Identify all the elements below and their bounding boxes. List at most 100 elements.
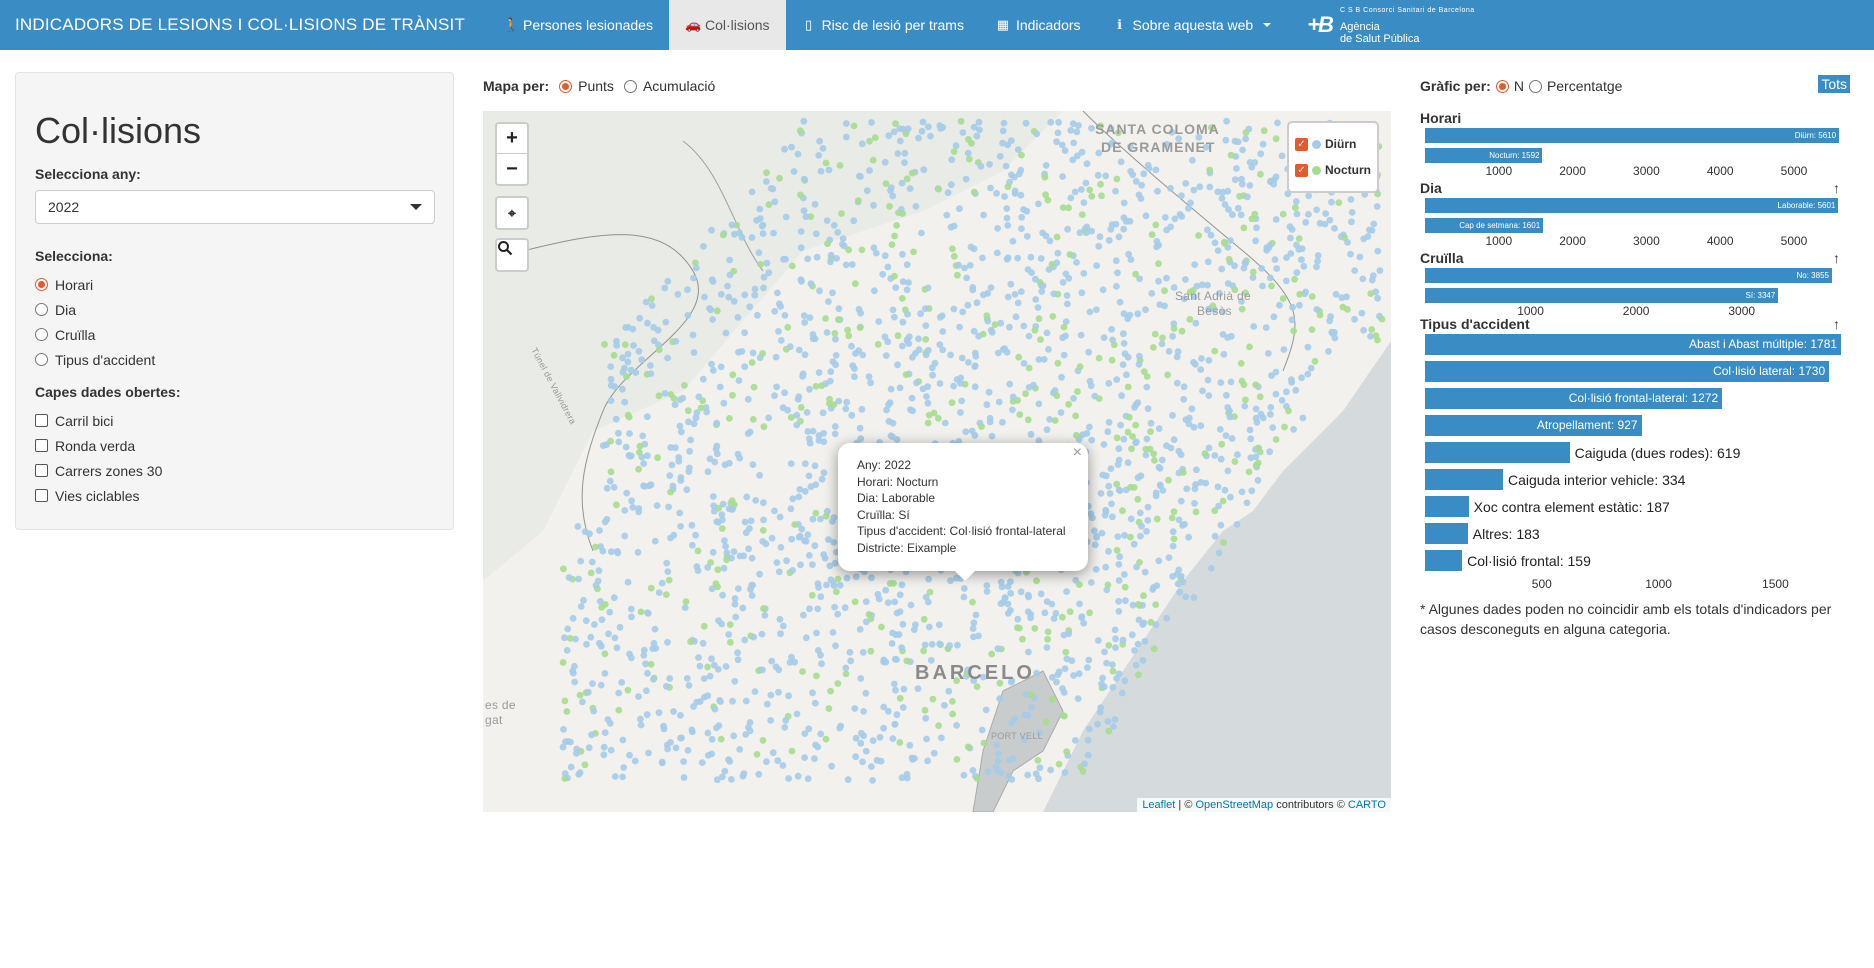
collision-point[interactable] [1252, 381, 1259, 389]
collision-point[interactable] [894, 150, 902, 157]
collision-point[interactable] [960, 593, 968, 601]
collision-point[interactable] [1190, 594, 1198, 601]
collision-point[interactable] [800, 207, 808, 215]
collision-point[interactable] [1152, 166, 1160, 174]
collision-point[interactable] [890, 680, 898, 688]
collision-point[interactable] [1223, 391, 1230, 399]
collision-point[interactable] [896, 137, 904, 145]
collision-point[interactable] [643, 711, 651, 719]
collision-point[interactable] [1141, 568, 1149, 576]
collision-point[interactable] [644, 319, 651, 327]
collision-point[interactable] [1192, 508, 1200, 516]
collision-point[interactable] [706, 672, 714, 680]
collision-point[interactable] [957, 409, 964, 416]
collision-point[interactable] [1009, 755, 1017, 762]
collision-point[interactable] [1292, 198, 1300, 205]
collision-point[interactable] [1191, 261, 1199, 268]
collision-point[interactable] [1119, 361, 1127, 368]
collision-point[interactable] [808, 591, 816, 599]
collision-point[interactable] [1246, 182, 1254, 189]
collision-point[interactable] [896, 739, 904, 746]
collision-point[interactable] [1105, 418, 1113, 426]
collision-point[interactable] [866, 167, 873, 174]
collision-point[interactable] [871, 134, 879, 141]
collision-point[interactable] [717, 363, 725, 371]
collision-point[interactable] [891, 655, 899, 663]
collision-point[interactable] [891, 232, 898, 240]
radio-punts[interactable] [559, 79, 573, 93]
radio-tipus-accident[interactable]: Tipus d'accident [35, 347, 434, 372]
collision-point[interactable] [1059, 204, 1067, 211]
collision-point[interactable] [847, 657, 855, 665]
collision-point[interactable] [1116, 553, 1124, 561]
collision-point[interactable] [1024, 771, 1032, 779]
collision-point[interactable] [1043, 329, 1051, 337]
collision-point[interactable] [1128, 631, 1136, 639]
bar[interactable]: Abast i Abast múltiple: 1781 [1425, 334, 1842, 355]
collision-point[interactable] [809, 515, 817, 523]
radio-button[interactable] [35, 303, 48, 316]
collision-point[interactable] [731, 677, 739, 685]
collision-point[interactable] [597, 681, 605, 689]
collision-point[interactable] [596, 527, 603, 534]
collision-point[interactable] [934, 414, 942, 422]
collision-point[interactable] [1211, 532, 1219, 540]
collision-point[interactable] [626, 751, 633, 759]
collision-point[interactable] [1017, 588, 1025, 596]
collision-point[interactable] [962, 428, 970, 436]
collision-point[interactable] [1115, 233, 1123, 241]
collision-point[interactable] [955, 261, 962, 269]
collision-point[interactable] [828, 762, 835, 770]
collision-point[interactable] [875, 318, 883, 325]
collision-point[interactable] [1190, 358, 1197, 366]
collision-point[interactable] [876, 733, 884, 741]
collision-point[interactable] [1088, 436, 1096, 444]
collision-point[interactable] [1295, 235, 1303, 242]
collision-point[interactable] [1066, 608, 1074, 616]
collision-point[interactable] [820, 469, 828, 477]
collision-point[interactable] [995, 750, 1002, 758]
collision-point[interactable] [565, 574, 573, 581]
collision-point[interactable] [834, 575, 842, 583]
collision-point[interactable] [889, 735, 897, 742]
collision-point[interactable] [825, 705, 833, 712]
collision-point[interactable] [1109, 513, 1116, 521]
collision-point[interactable] [1238, 488, 1246, 496]
collision-point[interactable] [1221, 239, 1228, 247]
collision-point[interactable] [1300, 262, 1308, 270]
collision-point[interactable] [748, 554, 756, 562]
collision-point[interactable] [1033, 577, 1040, 585]
collision-point[interactable] [1257, 410, 1265, 418]
collision-point[interactable] [869, 777, 876, 784]
bar[interactable]: Caiguda interior vehicle: 334 [1425, 469, 1685, 490]
collision-point[interactable] [1250, 323, 1258, 330]
collision-point[interactable] [1178, 192, 1185, 200]
collision-point[interactable] [758, 630, 766, 638]
collision-point[interactable] [1062, 648, 1070, 656]
collision-point[interactable] [591, 621, 598, 628]
collision-point[interactable] [619, 736, 627, 744]
collision-point[interactable] [930, 409, 938, 417]
collision-point[interactable] [1092, 566, 1100, 573]
collision-point[interactable] [971, 363, 979, 370]
nav-collisions[interactable]: 🚗 Col·lisions [668, 0, 786, 50]
collision-point[interactable] [1228, 435, 1236, 442]
collision-point[interactable] [1243, 499, 1251, 507]
sort-icon[interactable]: ↑ [1833, 250, 1840, 266]
collision-point[interactable] [1178, 213, 1186, 220]
collision-point[interactable] [1098, 192, 1105, 200]
collision-point[interactable] [1089, 514, 1096, 522]
collision-point[interactable] [842, 133, 850, 141]
collision-point[interactable] [736, 746, 744, 753]
collision-point[interactable] [1017, 191, 1025, 199]
collision-point[interactable] [1259, 140, 1267, 148]
collision-point[interactable] [822, 512, 830, 520]
collision-point[interactable] [1111, 716, 1119, 723]
collision-point[interactable] [997, 578, 1005, 586]
collision-point[interactable] [1112, 187, 1119, 195]
collision-point[interactable] [800, 312, 808, 319]
collision-point[interactable] [1272, 135, 1280, 143]
collision-point[interactable] [611, 634, 619, 642]
collision-point[interactable] [1048, 260, 1056, 268]
collision-point[interactable] [958, 397, 966, 405]
